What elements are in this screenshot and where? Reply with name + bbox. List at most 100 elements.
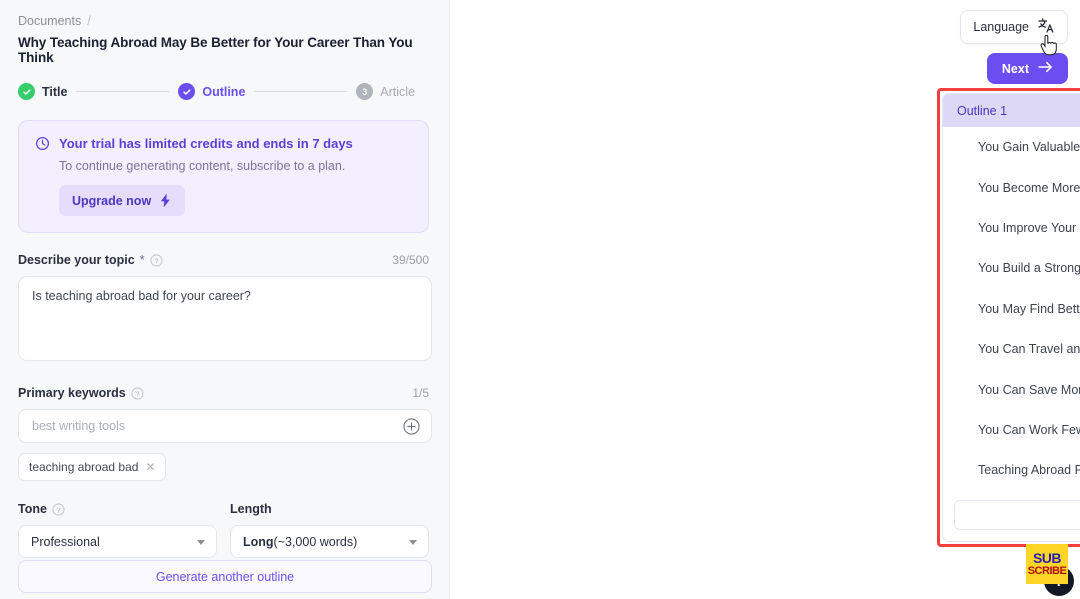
- svg-text:?: ?: [135, 389, 140, 398]
- outline-panel: Language Next Outline 1 You Gain Valuabl…: [450, 0, 1080, 599]
- length-label: Length: [230, 502, 429, 516]
- stepper-divider: [76, 91, 170, 92]
- next-button[interactable]: Next: [986, 53, 1068, 84]
- topic-field: Describe your topic * ? 39/500: [18, 253, 432, 366]
- upgrade-now-button[interactable]: Upgrade now: [59, 185, 186, 216]
- step-outline[interactable]: Outline: [178, 83, 245, 100]
- step-number-badge: 3: [356, 83, 374, 100]
- left-settings-panel: Documents / Why Teaching Abroad May Be B…: [0, 0, 450, 599]
- svg-text:?: ?: [154, 256, 159, 265]
- app-root: Documents / Why Teaching Abroad May Be B…: [0, 0, 1080, 599]
- question-circle-icon[interactable]: ?: [149, 253, 163, 267]
- step-label: Outline: [202, 84, 246, 99]
- table-row[interactable]: You Improve Your Communication and Adapt…: [943, 208, 1080, 248]
- keyword-input-wrapper: [18, 409, 432, 443]
- outline-item-label: You Become More Independent and Self-Rel…: [978, 180, 1080, 195]
- table-row[interactable]: You Build a Stronger Resume and Network …: [943, 248, 1080, 288]
- subscribe-sticker-line2: SCRIBE: [1027, 565, 1067, 577]
- top-action-bar: Language Next: [960, 10, 1068, 84]
- subscribe-sticker-line1: SUB: [1032, 550, 1062, 566]
- trial-title: Your trial has limited credits and ends …: [59, 136, 353, 151]
- trial-notice-card: Your trial has limited credits and ends …: [18, 120, 429, 233]
- outline-card-header: Outline 1: [943, 94, 1080, 127]
- next-label: Next: [1001, 61, 1029, 76]
- check-icon: [178, 83, 196, 100]
- topic-label-text: Describe your topic: [18, 253, 135, 267]
- table-row[interactable]: You Can Save Money to Pay Off Debt or Fu…: [943, 369, 1080, 409]
- keywords-label: Primary keywords ?: [18, 386, 144, 400]
- topic-char-counter: 39/500: [392, 253, 429, 267]
- keywords-field-header: Primary keywords ? 1/5: [18, 386, 429, 400]
- outline-item-label: You Improve Your Communication and Adapt…: [978, 220, 1080, 235]
- step-label: Title: [42, 84, 68, 99]
- upgrade-label: Upgrade now: [72, 193, 152, 208]
- check-icon: [18, 83, 35, 100]
- trial-subtitle: To continue generating content, subscrib…: [59, 159, 346, 173]
- outline-item-label: You May Find Better Opportunities for Ad…: [978, 301, 1080, 316]
- keyword-tag[interactable]: teaching abroad bad ✕: [18, 453, 166, 481]
- keywords-counter: 1/5: [412, 386, 429, 400]
- subscribe-sticker[interactable]: SUB SCRIBE: [1026, 544, 1068, 584]
- outline-item-label: You Build a Stronger Resume and Network: [978, 261, 1080, 276]
- table-row[interactable]: Teaching Abroad FAQs: How Will This Affe…: [943, 450, 1080, 490]
- add-heading-button[interactable]: Add heading: [954, 500, 1080, 530]
- language-button[interactable]: Language: [960, 10, 1068, 44]
- table-row[interactable]: You Gain Valuable Life Experience +: [943, 127, 1080, 167]
- tone-length-row: Tone ? Professional Length Long (~3,000 …: [18, 502, 429, 558]
- plus-circle-icon[interactable]: [403, 418, 420, 435]
- tone-selected-value: Professional: [31, 534, 100, 549]
- outline-item-label: You Gain Valuable Life Experience: [978, 140, 1080, 155]
- question-circle-icon[interactable]: ?: [131, 386, 144, 400]
- table-row[interactable]: You Can Travel and Experience a New Cult…: [943, 329, 1080, 369]
- tone-select[interactable]: Professional: [18, 525, 217, 558]
- clock-icon: [35, 136, 50, 151]
- question-circle-icon[interactable]: ?: [52, 502, 65, 516]
- lightning-bolt-icon: [159, 193, 172, 208]
- outline-card: Outline 1 You Gain Valuable Life Experie…: [942, 93, 1080, 542]
- language-label: Language: [973, 20, 1029, 34]
- length-selected-detail: (~3,000 words): [273, 534, 358, 549]
- keywords-label-text: Primary keywords: [18, 386, 126, 400]
- breadcrumb: Documents /: [18, 14, 429, 28]
- length-label-text: Length: [230, 502, 272, 516]
- outline-row-list: You Gain Valuable Life Experience + You …: [943, 127, 1080, 492]
- table-row[interactable]: You Become More Independent and Self-Rel…: [943, 167, 1080, 207]
- outline-item-label: Teaching Abroad FAQs: How Will This Affe…: [978, 463, 1080, 478]
- chevron-down-icon: [409, 540, 417, 545]
- keyword-input[interactable]: [19, 410, 431, 442]
- arrow-right-icon: [1038, 61, 1053, 76]
- topic-label: Describe your topic * ?: [18, 253, 163, 267]
- table-row[interactable]: You Can Work Fewer Hours and Have a Bett…: [943, 410, 1080, 450]
- outline-title: Outline 1: [957, 103, 1008, 118]
- page-title: Why Teaching Abroad May Be Better for Yo…: [18, 35, 413, 65]
- length-select[interactable]: Long (~3,000 words): [230, 525, 429, 558]
- tone-label-text: Tone: [18, 502, 47, 516]
- close-icon[interactable]: ✕: [145, 461, 155, 473]
- generate-another-outline-button[interactable]: Generate another outline: [18, 560, 432, 593]
- length-field: Length Long (~3,000 words): [230, 502, 429, 558]
- progress-stepper: Title Outline 3 Article: [18, 83, 429, 100]
- trial-heading-row: Your trial has limited credits and ends …: [35, 136, 412, 151]
- tone-field: Tone ? Professional: [18, 502, 217, 558]
- step-article[interactable]: 3 Article: [356, 83, 415, 100]
- chevron-down-icon: [197, 540, 205, 545]
- translate-icon: [1038, 18, 1055, 36]
- breadcrumb-separator: /: [87, 14, 91, 28]
- keyword-tag-list: teaching abroad bad ✕: [18, 453, 429, 481]
- outline-item-label: You Can Work Fewer Hours and Have a Bett…: [978, 422, 1080, 437]
- topic-textarea[interactable]: [18, 276, 432, 361]
- outline-item-label: You Can Travel and Experience a New Cult…: [978, 342, 1080, 357]
- tone-label: Tone ?: [18, 502, 217, 516]
- keyword-tag-label: teaching abroad bad: [29, 460, 139, 474]
- svg-text:?: ?: [56, 505, 61, 514]
- outline-item-label: You Can Save Money to Pay Off Debt or Fu…: [978, 382, 1080, 397]
- topic-field-header: Describe your topic * ? 39/500: [18, 253, 429, 267]
- table-row[interactable]: You May Find Better Opportunities for Ad…: [943, 289, 1080, 329]
- step-title[interactable]: Title: [18, 83, 67, 100]
- breadcrumb-documents-link[interactable]: Documents: [18, 14, 81, 28]
- add-heading-container: Add heading: [943, 492, 1080, 541]
- step-label: Article: [380, 84, 415, 99]
- keywords-field: Primary keywords ? 1/5 teaching abroad b…: [18, 386, 432, 481]
- length-selected-value: Long: [243, 534, 274, 549]
- required-marker: *: [139, 253, 145, 267]
